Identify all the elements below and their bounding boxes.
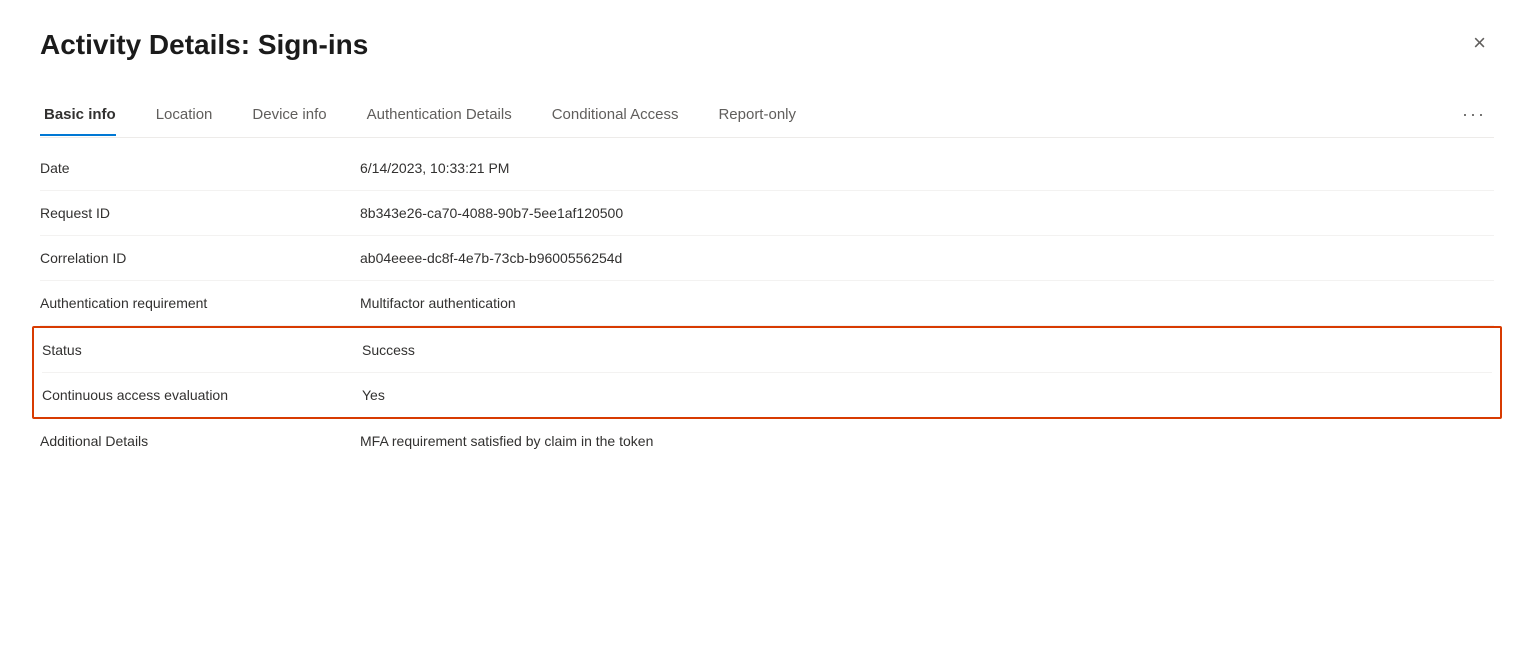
field-value-correlation-id: ab04eeee-dc8f-4e7b-73cb-b9600556254d [360, 250, 622, 266]
field-value-continuous-access: Yes [362, 387, 385, 403]
field-status: Status Success [42, 328, 1492, 373]
tab-conditional-access[interactable]: Conditional Access [548, 96, 695, 135]
field-value-auth-requirement: Multifactor authentication [360, 295, 516, 311]
field-value-request-id: 8b343e26-ca70-4088-90b7-5ee1af120500 [360, 205, 623, 221]
field-label-auth-requirement: Authentication requirement [40, 295, 360, 311]
tab-basic-info[interactable]: Basic info [40, 96, 132, 135]
field-value-additional-details: MFA requirement satisfied by claim in th… [360, 433, 653, 449]
content-area: Date 6/14/2023, 10:33:21 PM Request ID 8… [40, 138, 1494, 463]
field-value-status: Success [362, 342, 415, 358]
tab-location[interactable]: Location [152, 96, 229, 135]
field-label-status: Status [42, 342, 362, 358]
field-continuous-access: Continuous access evaluation Yes [42, 373, 1492, 417]
tab-device-info[interactable]: Device info [248, 96, 342, 135]
field-value-date: 6/14/2023, 10:33:21 PM [360, 160, 509, 176]
field-label-correlation-id: Correlation ID [40, 250, 360, 266]
tab-report-only[interactable]: Report-only [714, 96, 812, 135]
field-label-request-id: Request ID [40, 205, 360, 221]
tab-authentication-details[interactable]: Authentication Details [363, 96, 528, 135]
panel-title: Activity Details: Sign-ins [40, 28, 368, 62]
tabs-more-button[interactable]: ··· [1454, 94, 1494, 137]
activity-details-panel: Activity Details: Sign-ins × Basic info … [0, 0, 1534, 650]
field-label-date: Date [40, 160, 360, 176]
field-request-id: Request ID 8b343e26-ca70-4088-90b7-5ee1a… [40, 191, 1494, 236]
field-additional-details: Additional Details MFA requirement satis… [40, 419, 1494, 463]
field-label-continuous-access: Continuous access evaluation [42, 387, 362, 403]
field-label-additional-details: Additional Details [40, 433, 360, 449]
tab-bar: Basic info Location Device info Authenti… [40, 94, 1494, 138]
field-auth-requirement: Authentication requirement Multifactor a… [40, 281, 1494, 326]
highlighted-section: Status Success Continuous access evaluat… [32, 326, 1502, 419]
field-date: Date 6/14/2023, 10:33:21 PM [40, 146, 1494, 191]
field-correlation-id: Correlation ID ab04eeee-dc8f-4e7b-73cb-b… [40, 236, 1494, 281]
close-button[interactable]: × [1465, 28, 1494, 58]
panel-header: Activity Details: Sign-ins × [40, 28, 1494, 62]
